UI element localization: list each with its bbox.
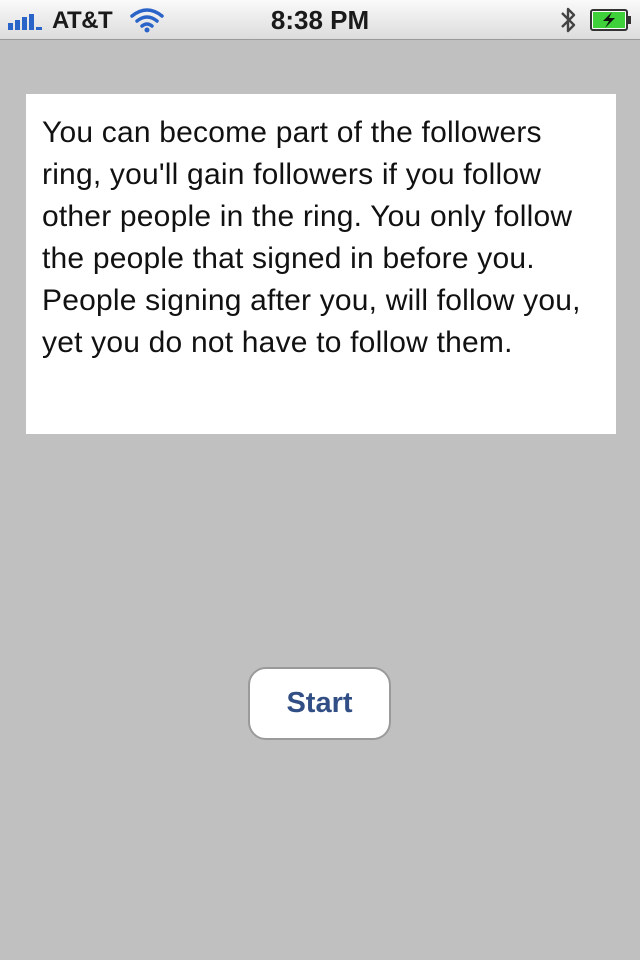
- clock-time: 8:38 PM: [270, 5, 370, 35]
- info-panel: You can become part of the followers rin…: [26, 94, 616, 434]
- battery-charging-icon: [590, 9, 631, 31]
- followers-ring-description: You can become part of the followers rin…: [42, 116, 581, 359]
- bluetooth-icon: [561, 7, 576, 33]
- start-button[interactable]: Start: [248, 667, 391, 740]
- app-screen: AT&T 8:38 PM You can become part of the …: [0, 0, 640, 960]
- status-bar: AT&T 8:38 PM: [0, 0, 640, 40]
